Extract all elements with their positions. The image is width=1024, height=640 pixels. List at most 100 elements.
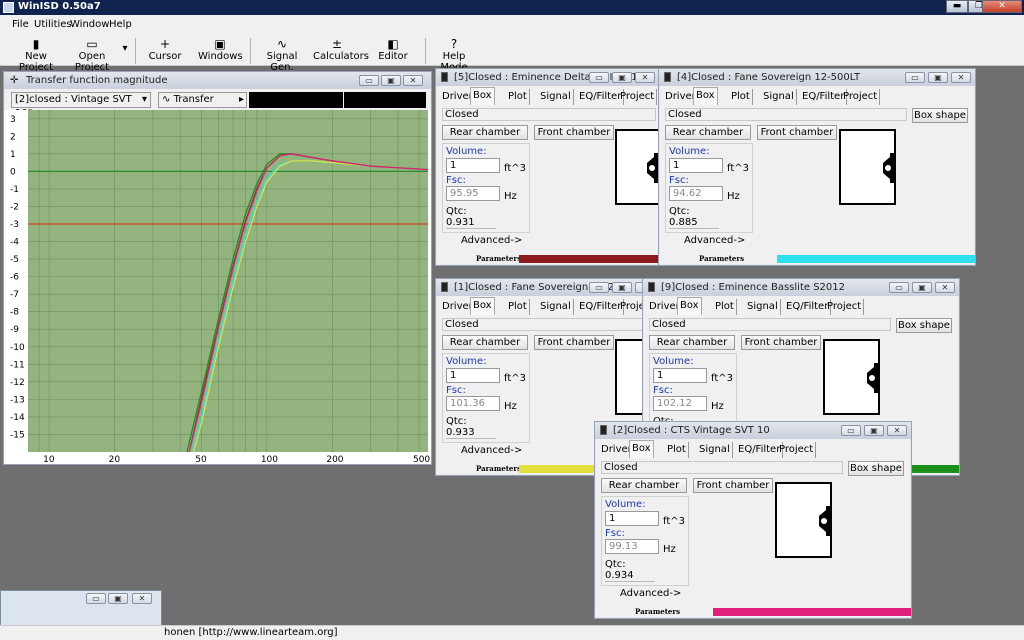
- tab-plot[interactable]: Plot: [729, 89, 753, 105]
- tab-project[interactable]: Project: [825, 299, 865, 315]
- x-tick-label: 200: [326, 455, 343, 464]
- volume-input[interactable]: 1: [446, 158, 500, 173]
- project-select[interactable]: [2]closed : Vintage SVT 10" ▾: [11, 92, 151, 119]
- calculator-icon: ±: [331, 37, 343, 51]
- graph-type-select[interactable]: ∿ Transfer functio ▸: [158, 92, 247, 108]
- cursor-button[interactable]: + Cursor: [145, 37, 185, 65]
- open-project-button[interactable]: ▭ Open Project: [64, 37, 120, 73]
- rear-chamber-button[interactable]: Rear chamber: [442, 335, 528, 350]
- menu-window[interactable]: Window: [70, 19, 109, 30]
- advanced-link[interactable]: Advanced->: [684, 235, 745, 246]
- window-minimize-button[interactable]: ▭: [359, 75, 379, 86]
- box-shape-button[interactable]: Box shape: [848, 461, 904, 476]
- volume-unit: ft^3: [504, 163, 527, 174]
- window-close-button[interactable]: ✕: [635, 72, 655, 83]
- window-close-button[interactable]: ✕: [951, 72, 971, 83]
- tab-signal[interactable]: Signal: [538, 89, 574, 105]
- y-tick-label: 0: [10, 167, 16, 177]
- speaker-icon: [867, 363, 880, 393]
- tab-project[interactable]: Project: [618, 89, 658, 105]
- rear-chamber-button[interactable]: Rear chamber: [601, 478, 687, 493]
- window-app-icon: [441, 72, 448, 82]
- box-type-field: Closed: [665, 108, 907, 121]
- series-color-swatch: [519, 255, 659, 263]
- volume-unit: ft^3: [727, 163, 750, 174]
- fsc-field: 102.12: [653, 396, 707, 411]
- window-maximize-button[interactable]: ▣: [912, 282, 932, 293]
- window-maximize-button[interactable]: ▣: [612, 72, 632, 83]
- rear-chamber-button[interactable]: Rear chamber: [665, 125, 751, 140]
- window-minimize-button[interactable]: ▭: [889, 282, 909, 293]
- box-shape-preview: [615, 129, 660, 205]
- window-minimize-button[interactable]: ▭: [841, 425, 861, 436]
- menu-help[interactable]: Help: [109, 19, 132, 30]
- advanced-link[interactable]: Advanced->: [461, 445, 522, 456]
- new-project-button[interactable]: ▮ New Project: [12, 37, 60, 73]
- tab-box[interactable]: Box: [470, 87, 495, 105]
- volume-input[interactable]: 1: [669, 158, 723, 173]
- rear-chamber-button[interactable]: Rear chamber: [442, 125, 528, 140]
- tab-signal[interactable]: Signal: [538, 299, 574, 315]
- volume-unit: ft^3: [711, 373, 734, 384]
- window-minimize-button[interactable]: ▭: [86, 593, 106, 604]
- volume-input[interactable]: 1: [605, 511, 659, 526]
- front-chamber-button[interactable]: Front chamber: [693, 478, 773, 493]
- window-maximize-button[interactable]: ▣: [928, 72, 948, 83]
- tab-plot[interactable]: Plot: [665, 442, 689, 458]
- window-maximize-button[interactable]: ▣: [381, 75, 401, 86]
- rear-chamber-button[interactable]: Rear chamber: [649, 335, 735, 350]
- window-maximize-button[interactable]: ▣: [864, 425, 884, 436]
- tab-box[interactable]: Box: [470, 297, 495, 315]
- tab-box[interactable]: Box: [629, 440, 654, 458]
- x-tick-label: 50: [195, 455, 207, 464]
- close-button[interactable]: ✕: [982, 0, 1022, 13]
- tab-project[interactable]: Project: [841, 89, 881, 105]
- volume-input[interactable]: 1: [446, 368, 500, 383]
- status-text: honen [http://www.linearteam.org]: [164, 627, 338, 638]
- menu-utilities[interactable]: Utilities: [34, 19, 72, 30]
- front-chamber-button[interactable]: Front chamber: [534, 125, 614, 140]
- window-close-button[interactable]: ✕: [132, 593, 152, 604]
- tab-plot[interactable]: Plot: [713, 299, 737, 315]
- minimize-button[interactable]: ▬: [946, 0, 968, 13]
- windows-button[interactable]: ▣ Windows: [198, 37, 243, 65]
- x-tick-label: 500: [413, 455, 430, 464]
- tab-plot[interactable]: Plot: [506, 299, 530, 315]
- window-minimize-button[interactable]: ▭: [589, 72, 609, 83]
- window-maximize-button[interactable]: ▣: [108, 593, 128, 604]
- y-tick-label: -8: [10, 308, 19, 318]
- box-type-field: Closed: [601, 461, 843, 474]
- tab-signal[interactable]: Signal: [761, 89, 797, 105]
- tab-signal[interactable]: Signal: [697, 442, 733, 458]
- y-tick-label: -1: [10, 185, 19, 195]
- open-project-dropdown[interactable]: ▾: [120, 43, 130, 71]
- front-chamber-button[interactable]: Front chamber: [534, 335, 614, 350]
- window-close-button[interactable]: ✕: [935, 282, 955, 293]
- y-tick-label: -10: [10, 343, 25, 353]
- window-maximize-button[interactable]: ▣: [612, 282, 632, 293]
- calculators-button[interactable]: ± Calculators: [313, 37, 369, 65]
- advanced-link[interactable]: Advanced->: [461, 235, 522, 246]
- window-close-button[interactable]: ✕: [887, 425, 907, 436]
- editor-button[interactable]: ◧ Editor: [378, 37, 408, 65]
- front-chamber-button[interactable]: Front chamber: [741, 335, 821, 350]
- tab-box[interactable]: Box: [677, 297, 702, 315]
- tab-signal[interactable]: Signal: [745, 299, 781, 315]
- window-minimize-button[interactable]: ▭: [589, 282, 609, 293]
- menu-file[interactable]: File: [12, 19, 29, 30]
- qtc-label: Qtc:: [669, 206, 690, 217]
- advanced-link[interactable]: Advanced->: [620, 588, 681, 599]
- box-shape-button[interactable]: Box shape: [896, 318, 952, 333]
- window-close-button[interactable]: ✕: [403, 75, 423, 86]
- front-chamber-button[interactable]: Front chamber: [757, 125, 837, 140]
- tab-plot[interactable]: Plot: [506, 89, 530, 105]
- parameters-bar: Parameters: [595, 607, 911, 617]
- tab-box[interactable]: Box: [693, 87, 718, 105]
- help-mode-button[interactable]: ?Help Mode: [431, 37, 477, 73]
- box-shape-button[interactable]: Box shape: [912, 108, 968, 123]
- crosshair-icon: +: [159, 37, 171, 51]
- signal-gen-button[interactable]: ∿ Signal Gen.: [258, 37, 306, 73]
- volume-input[interactable]: 1: [653, 368, 707, 383]
- tab-project[interactable]: Project: [777, 442, 817, 458]
- window-minimize-button[interactable]: ▭: [905, 72, 925, 83]
